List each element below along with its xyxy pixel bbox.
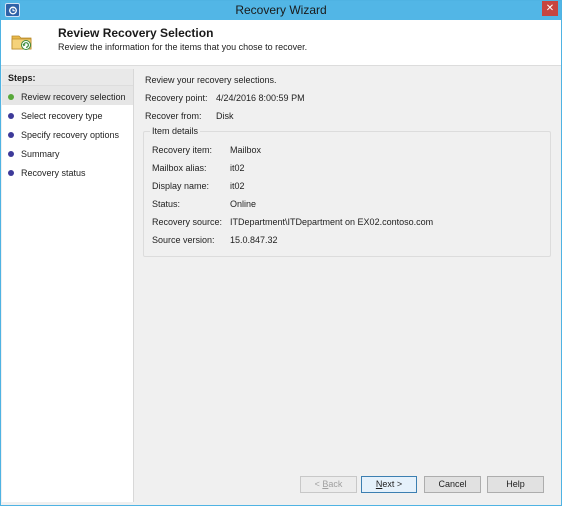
page-subtitle: Review the information for the items tha… — [58, 42, 308, 52]
wizard-header: Review Recovery Selection Review the inf… — [1, 20, 561, 66]
next-button[interactable]: Next > — [361, 476, 417, 493]
back-label: ack — [328, 479, 343, 489]
item-details-legend: Item details — [150, 126, 201, 136]
cancel-button[interactable]: Cancel — [424, 476, 481, 493]
step-specify-recovery-options[interactable]: Specify recovery options — [2, 124, 133, 143]
step-pending-icon — [8, 151, 14, 157]
step-recovery-status[interactable]: Recovery status — [2, 162, 133, 181]
back-button[interactable]: < Back — [300, 476, 357, 493]
detail-label: Mailbox alias: — [152, 163, 207, 173]
item-details-group: Item details Recovery item: Mailbox Mail… — [143, 126, 551, 257]
steps-heading: Steps: — [2, 69, 133, 86]
step-label: Specify recovery options — [21, 130, 120, 140]
main-content: Review your recovery selections. Recover… — [137, 69, 560, 464]
step-done-icon — [8, 94, 14, 100]
detail-label: Status: — [152, 199, 181, 209]
step-select-recovery-type[interactable]: Select recovery type — [2, 105, 133, 124]
detail-label: Source version: — [152, 235, 215, 245]
step-pending-icon — [8, 132, 14, 138]
detail-label: Recovery source: — [152, 217, 223, 227]
detail-value: 15.0.847.32 — [230, 235, 278, 245]
detail-label: Recovery item: — [152, 145, 213, 155]
step-label: Summary — [21, 149, 60, 159]
step-summary[interactable]: Summary — [2, 143, 133, 162]
next-label: ext > — [382, 479, 403, 489]
folder-recovery-icon — [11, 30, 33, 52]
step-label: Select recovery type — [21, 111, 103, 121]
recovery-wizard-window: Recovery Wizard ✕ Review Recovery Select… — [0, 0, 562, 506]
window-title: Recovery Wizard — [235, 3, 327, 17]
detail-value: Mailbox — [230, 145, 262, 155]
title-bar[interactable]: Recovery Wizard ✕ — [1, 1, 561, 20]
step-pending-icon — [8, 170, 14, 176]
step-pending-icon — [8, 113, 14, 119]
detail-label: Display name: — [152, 181, 210, 191]
close-icon: ✕ — [545, 3, 555, 14]
detail-value: it02 — [230, 181, 245, 191]
step-review-recovery-selection[interactable]: Review recovery selection — [2, 86, 133, 105]
detail-value: Online — [230, 199, 257, 209]
step-label: Review recovery selection — [21, 92, 126, 102]
close-button[interactable]: ✕ — [542, 1, 558, 16]
detail-value: ITDepartment\ITDepartment on EX02.contos… — [230, 217, 434, 227]
steps-pane: Steps: Review recovery selection Select … — [2, 69, 134, 502]
help-button[interactable]: Help — [487, 476, 544, 493]
recover-from-value: Disk — [216, 111, 234, 121]
page-title: Review Recovery Selection — [58, 26, 214, 40]
step-label: Recovery status — [21, 168, 86, 178]
recovery-point-label: Recovery point: — [145, 93, 208, 103]
intro-text: Review your recovery selections. — [145, 75, 277, 85]
recover-from-label: Recover from: — [145, 111, 202, 121]
detail-value: it02 — [230, 163, 245, 173]
recovery-point-value: 4/24/2016 8:00:59 PM — [216, 93, 305, 103]
